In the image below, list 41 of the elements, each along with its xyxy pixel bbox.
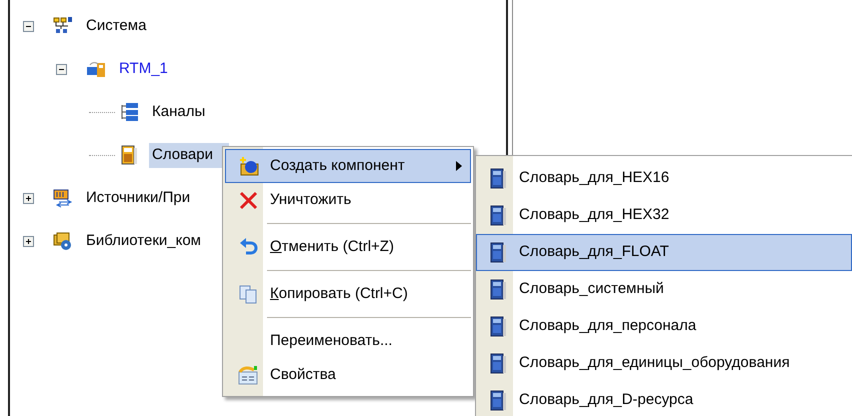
collapse-icon[interactable]	[56, 64, 67, 75]
tree-item[interactable]: Словари	[149, 143, 229, 168]
menu-item[interactable]: Словарь_для_единицы_оборудования	[476, 345, 852, 382]
tree-item[interactable]: Каналы	[149, 100, 208, 125]
menu-item[interactable]: Копировать (Ctrl+C)	[225, 277, 471, 311]
monitor-arrows-icon	[53, 188, 74, 209]
tree-item[interactable]: Система	[83, 14, 150, 39]
menu-item[interactable]: Словарь_системный	[476, 271, 852, 308]
folders-disc-icon	[53, 231, 74, 252]
component-icon	[238, 156, 258, 176]
menu-item[interactable]: Словарь_для_D-ресурса	[476, 382, 852, 416]
properties-icon	[238, 364, 258, 386]
calculator-icon	[488, 316, 508, 337]
menu-item[interactable]: Отменить (Ctrl+Z)	[225, 230, 471, 264]
collapse-icon[interactable]	[23, 21, 34, 32]
computer-icon	[86, 59, 107, 80]
tree-item[interactable]: Источники/При	[83, 186, 194, 211]
calculator-icon	[488, 390, 508, 411]
tree-item[interactable]: RTM_1	[116, 57, 171, 82]
menu-item[interactable]: Словарь_для_персонала	[476, 308, 852, 345]
copy-icon	[238, 284, 258, 304]
menu-item[interactable]: Словарь_для_FLOAT	[476, 234, 852, 271]
menu-item[interactable]: Переименовать...	[225, 324, 471, 358]
list-tree-icon	[119, 102, 140, 123]
menu-item[interactable]: Создать компонент	[225, 149, 471, 183]
menu-item[interactable]: Словарь_для_HEX16	[476, 160, 852, 197]
calculator-icon	[488, 242, 508, 263]
delete-icon	[238, 190, 258, 210]
tree-item[interactable]: Библиотеки_ком	[83, 229, 204, 254]
calculator-icon	[119, 145, 140, 166]
calculator-icon	[488, 168, 508, 189]
expand-icon[interactable]	[23, 236, 34, 247]
expand-icon[interactable]	[23, 193, 34, 204]
menu-item[interactable]: Свойства	[225, 358, 471, 392]
undo-icon	[238, 236, 258, 258]
calculator-icon	[488, 205, 508, 226]
menu-item[interactable]: Уничтожить	[225, 183, 471, 217]
menu-item[interactable]: Словарь_для_HEX32	[476, 197, 852, 234]
calculator-icon	[488, 353, 508, 374]
calculator-icon	[488, 279, 508, 300]
submenu-arrow-icon	[456, 161, 462, 171]
